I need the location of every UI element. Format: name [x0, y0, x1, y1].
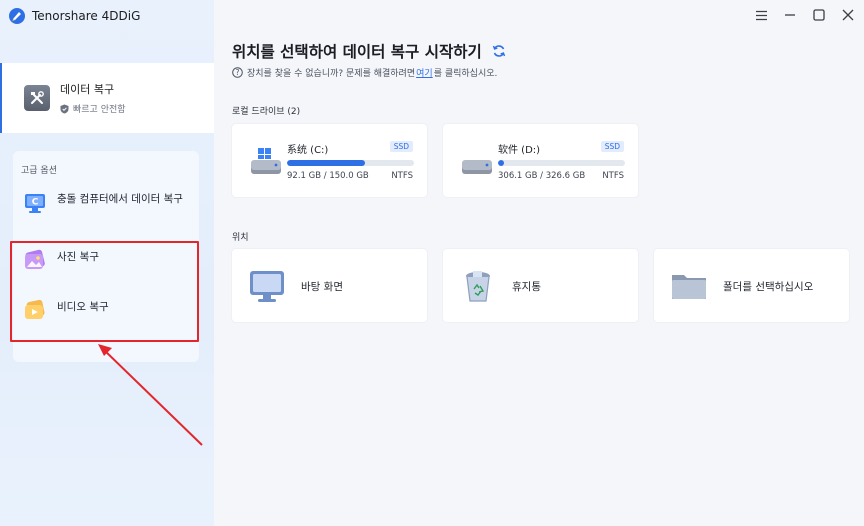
refresh-icon[interactable] — [492, 44, 506, 58]
sidebar-item-crashed-computer[interactable]: C 충돌 컴퓨터에서 데이터 복구 — [23, 191, 185, 215]
drive-name: 系统 (C:) — [287, 145, 329, 156]
location-card-select-folder[interactable]: 폴더를 선택하십시오 — [654, 249, 849, 322]
help-line: ? 장치를 찾을 수 없습니까? 문제를 해결하려면 여기 를 클릭하십시오. — [232, 66, 497, 79]
ssd-badge: SSD — [600, 141, 624, 152]
ssd-badge: SSD — [389, 141, 413, 152]
help-text-prefix: 장치를 찾을 수 없습니까? 문제를 해결하려면 — [247, 69, 416, 79]
advanced-options-title: 고급 옵션 — [21, 166, 57, 176]
shield-check-icon — [60, 104, 69, 113]
sidebar-item-title: 데이터 복구 — [60, 83, 115, 96]
drive-card-d[interactable]: 软件 (D:) SSD 306.1 GB / 326.6 GB NTFS — [443, 124, 638, 197]
location-card-recycle-bin[interactable]: 휴지통 — [443, 249, 638, 322]
location-label: 폴더를 선택하십시오 — [723, 281, 814, 293]
app-logo-icon — [9, 8, 25, 24]
drive-usage-bar — [287, 160, 414, 166]
brand: Tenorshare 4DDiG — [8, 7, 140, 25]
location-label: 바탕 화면 — [301, 281, 343, 293]
folder-icon — [672, 275, 706, 299]
drive-icon — [462, 160, 492, 174]
page-title: 위치를 선택하여 데이터 복구 시작하기 — [232, 40, 506, 62]
location-card-desktop[interactable]: 바탕 화면 — [232, 249, 427, 322]
tools-icon — [24, 85, 50, 111]
sidebar-item-data-recovery[interactable]: 데이터 복구 빠르고 안전함 — [0, 63, 214, 133]
location-label: 휴지통 — [512, 281, 541, 293]
sidebar: Tenorshare 4DDiG 데이터 복구 빠르고 안전함 고급 옵션 C … — [0, 0, 214, 526]
question-icon: ? — [232, 67, 243, 78]
crashed-computer-icon: C — [25, 194, 45, 213]
locations-heading: 위치 — [232, 233, 249, 243]
annotation-highlight-box — [10, 241, 199, 342]
drive-usage-fill — [498, 160, 505, 166]
drive-usage-fill — [287, 160, 365, 166]
drive-name: 软件 (D:) — [498, 145, 541, 156]
main-content: 위치를 선택하여 데이터 복구 시작하기 ? 장치를 찾을 수 없습니까? 문제… — [214, 0, 864, 526]
drive-size: 92.1 GB / 150.0 GB — [287, 171, 369, 181]
svg-text:C: C — [32, 198, 39, 208]
sidebar-item-label: 충돌 컴퓨터에서 데이터 복구 — [57, 193, 183, 205]
drive-icon — [251, 148, 281, 174]
local-drives-heading: 로컬 드라이브 (2) — [232, 107, 301, 117]
app-name: Tenorshare 4DDiG — [32, 9, 141, 23]
help-text-suffix: 를 클릭하십시오. — [433, 69, 498, 79]
svg-text:?: ? — [236, 68, 240, 77]
annotation-arrow — [98, 344, 203, 446]
drive-card-c[interactable]: 系统 (C:) SSD 92.1 GB / 150.0 GB NTFS — [232, 124, 427, 197]
recycle-bin-icon — [466, 271, 490, 302]
help-link[interactable]: 여기 — [416, 66, 433, 79]
drive-size: 306.1 GB / 326.6 GB — [498, 171, 586, 181]
sidebar-item-subtitle: 빠르고 안전함 — [60, 102, 126, 115]
desktop-icon — [250, 271, 284, 302]
drive-filesystem: NTFS — [391, 171, 413, 181]
drive-usage-bar — [498, 160, 625, 166]
drive-filesystem: NTFS — [602, 171, 624, 181]
